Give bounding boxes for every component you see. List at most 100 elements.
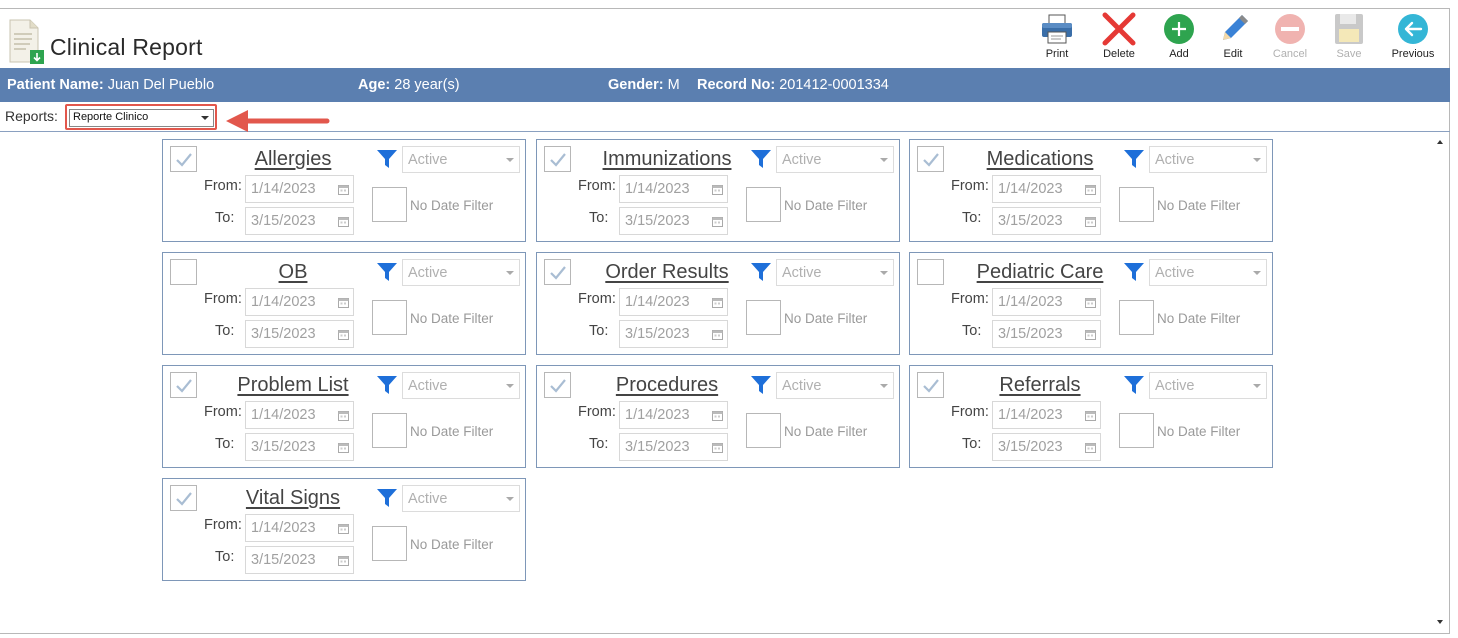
calendar-icon[interactable] bbox=[712, 329, 723, 340]
to-date-input[interactable]: 3/15/2023 bbox=[245, 207, 354, 235]
filter-icon[interactable] bbox=[750, 148, 772, 170]
calendar-icon[interactable] bbox=[338, 523, 349, 534]
no-date-filter-checkbox[interactable] bbox=[1119, 300, 1154, 335]
no-date-filter-checkbox[interactable] bbox=[372, 413, 407, 448]
section-title-link[interactable]: Order Results bbox=[605, 261, 728, 284]
section-title-link[interactable]: Allergies bbox=[255, 148, 332, 171]
to-date-input[interactable]: 3/15/2023 bbox=[992, 433, 1101, 461]
section-include-checkbox[interactable] bbox=[170, 372, 197, 398]
status-filter-dropdown[interactable]: Active bbox=[776, 146, 894, 173]
from-date-input[interactable]: 1/14/2023 bbox=[619, 401, 728, 429]
section-title-link[interactable]: Medications bbox=[987, 148, 1094, 171]
filter-icon[interactable] bbox=[1123, 261, 1145, 283]
section-include-checkbox[interactable] bbox=[544, 146, 571, 172]
calendar-icon[interactable] bbox=[338, 216, 349, 227]
no-date-filter-checkbox[interactable] bbox=[746, 187, 781, 222]
filter-icon[interactable] bbox=[1123, 148, 1145, 170]
calendar-icon[interactable] bbox=[1085, 410, 1096, 421]
calendar-icon[interactable] bbox=[712, 216, 723, 227]
calendar-icon[interactable] bbox=[1085, 329, 1096, 340]
section-include-checkbox[interactable] bbox=[917, 146, 944, 172]
from-date-input[interactable]: 1/14/2023 bbox=[619, 288, 728, 316]
section-title-link[interactable]: Immunizations bbox=[603, 148, 732, 171]
from-date-input[interactable]: 1/14/2023 bbox=[992, 175, 1101, 203]
previous-button[interactable]: Previous bbox=[1385, 8, 1441, 66]
calendar-icon[interactable] bbox=[1085, 184, 1096, 195]
status-filter-dropdown[interactable]: Active bbox=[776, 259, 894, 286]
status-filter-dropdown[interactable]: Active bbox=[402, 372, 520, 399]
section-include-checkbox[interactable] bbox=[917, 259, 944, 285]
no-date-filter-checkbox[interactable] bbox=[372, 526, 407, 561]
from-date-input[interactable]: 1/14/2023 bbox=[245, 175, 354, 203]
scroll-up-icon[interactable] bbox=[1434, 136, 1446, 148]
add-button[interactable]: Add bbox=[1151, 8, 1207, 66]
calendar-icon[interactable] bbox=[712, 184, 723, 195]
calendar-icon[interactable] bbox=[338, 442, 349, 453]
edit-button[interactable]: Edit bbox=[1205, 8, 1261, 66]
from-date-input[interactable]: 1/14/2023 bbox=[245, 401, 354, 429]
filter-icon[interactable] bbox=[750, 261, 772, 283]
section-include-checkbox[interactable] bbox=[170, 259, 197, 285]
no-date-filter-checkbox[interactable] bbox=[372, 300, 407, 335]
status-filter-dropdown[interactable]: Active bbox=[1149, 259, 1267, 286]
no-date-filter-checkbox[interactable] bbox=[372, 187, 407, 222]
calendar-icon[interactable] bbox=[338, 329, 349, 340]
no-date-filter-checkbox[interactable] bbox=[1119, 187, 1154, 222]
to-date-input[interactable]: 3/15/2023 bbox=[992, 320, 1101, 348]
to-date-input[interactable]: 3/15/2023 bbox=[245, 546, 354, 574]
filter-icon[interactable] bbox=[750, 374, 772, 396]
calendar-icon[interactable] bbox=[1085, 216, 1096, 227]
reports-dropdown[interactable]: Reporte Clinico bbox=[69, 109, 214, 127]
no-date-filter-checkbox[interactable] bbox=[1119, 413, 1154, 448]
print-button[interactable]: Print bbox=[1029, 8, 1085, 66]
status-filter-dropdown[interactable]: Active bbox=[1149, 372, 1267, 399]
status-filter-dropdown[interactable]: Active bbox=[776, 372, 894, 399]
filter-icon[interactable] bbox=[376, 487, 398, 509]
status-filter-dropdown[interactable]: Active bbox=[402, 485, 520, 512]
from-date-input[interactable]: 1/14/2023 bbox=[619, 175, 728, 203]
from-date-input[interactable]: 1/14/2023 bbox=[992, 401, 1101, 429]
section-include-checkbox[interactable] bbox=[170, 485, 197, 511]
to-date-input[interactable]: 3/15/2023 bbox=[992, 207, 1101, 235]
status-filter-dropdown[interactable]: Active bbox=[1149, 146, 1267, 173]
to-date-input[interactable]: 3/15/2023 bbox=[619, 320, 728, 348]
filter-icon[interactable] bbox=[376, 261, 398, 283]
section-title-link[interactable]: Problem List bbox=[237, 374, 348, 397]
calendar-icon[interactable] bbox=[338, 297, 349, 308]
cancel-button[interactable]: Cancel bbox=[1262, 8, 1318, 66]
to-date-input[interactable]: 3/15/2023 bbox=[619, 433, 728, 461]
filter-icon[interactable] bbox=[376, 374, 398, 396]
calendar-icon[interactable] bbox=[712, 442, 723, 453]
section-include-checkbox[interactable] bbox=[917, 372, 944, 398]
calendar-icon[interactable] bbox=[1085, 442, 1096, 453]
to-date-input[interactable]: 3/15/2023 bbox=[245, 433, 354, 461]
from-date-input[interactable]: 1/14/2023 bbox=[245, 514, 354, 542]
calendar-icon[interactable] bbox=[712, 410, 723, 421]
section-title-link[interactable]: Referrals bbox=[999, 374, 1080, 397]
section-title-link[interactable]: OB bbox=[279, 261, 308, 284]
to-date-input[interactable]: 3/15/2023 bbox=[619, 207, 728, 235]
section-title-link[interactable]: Procedures bbox=[616, 374, 718, 397]
section-include-checkbox[interactable] bbox=[544, 259, 571, 285]
from-date-input[interactable]: 1/14/2023 bbox=[992, 288, 1101, 316]
calendar-icon[interactable] bbox=[712, 297, 723, 308]
section-include-checkbox[interactable] bbox=[170, 146, 197, 172]
status-filter-dropdown[interactable]: Active bbox=[402, 259, 520, 286]
section-title-link[interactable]: Vital Signs bbox=[246, 487, 340, 510]
calendar-icon[interactable] bbox=[338, 410, 349, 421]
scroll-down-icon[interactable] bbox=[1434, 616, 1446, 628]
filter-icon[interactable] bbox=[376, 148, 398, 170]
section-title-link[interactable]: Pediatric Care bbox=[977, 261, 1104, 284]
section-include-checkbox[interactable] bbox=[544, 372, 571, 398]
filter-icon[interactable] bbox=[1123, 374, 1145, 396]
no-date-filter-checkbox[interactable] bbox=[746, 413, 781, 448]
calendar-icon[interactable] bbox=[1085, 297, 1096, 308]
no-date-filter-checkbox[interactable] bbox=[746, 300, 781, 335]
from-date-input[interactable]: 1/14/2023 bbox=[245, 288, 354, 316]
calendar-icon[interactable] bbox=[338, 184, 349, 195]
to-date-input[interactable]: 3/15/2023 bbox=[245, 320, 354, 348]
save-button[interactable]: Save bbox=[1321, 8, 1377, 66]
status-filter-dropdown[interactable]: Active bbox=[402, 146, 520, 173]
calendar-icon[interactable] bbox=[338, 555, 349, 566]
delete-button[interactable]: Delete bbox=[1091, 8, 1147, 66]
